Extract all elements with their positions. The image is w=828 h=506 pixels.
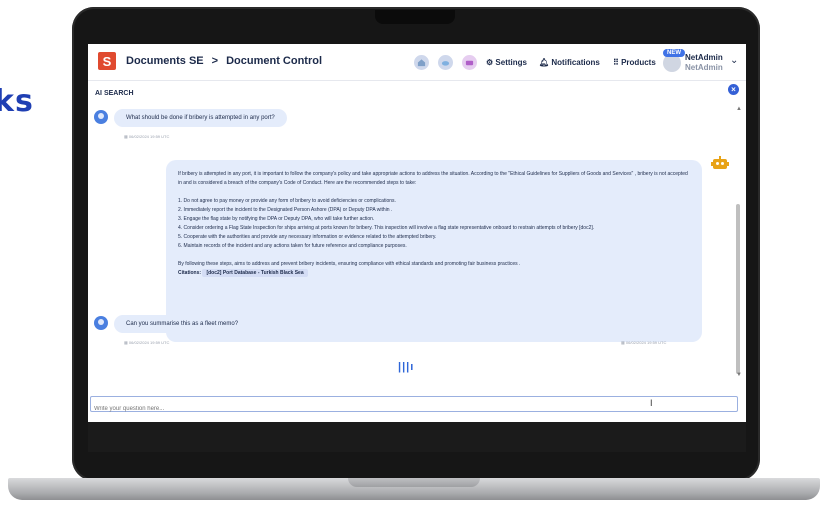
notifications-label: Notifications (551, 58, 600, 67)
cloud-icon[interactable] (438, 55, 453, 70)
user-name-secondary: NetAdmin (685, 63, 723, 72)
user-name[interactable]: NetAdmin NetAdmin (685, 53, 723, 73)
text-cursor-icon: I (650, 398, 653, 408)
keyboard-icon[interactable] (462, 55, 477, 70)
products-label: Products (621, 58, 656, 67)
answer-closing: By following these steps, aims to addres… (178, 261, 521, 267)
new-badge: NEW (663, 49, 685, 57)
answer-step: 6. Maintain records of the incident and … (178, 243, 407, 249)
screen-bezel-bottom (88, 422, 746, 452)
notifications-menu[interactable]: 🔔︎ Notifications (539, 58, 600, 67)
message-timestamp: ▦ 06/02/2024 19:59 UTC (124, 134, 170, 139)
user-message: What should be done if bribery is attemp… (114, 109, 287, 127)
bell-icon: 🔔︎ (539, 58, 550, 67)
app-screen: S Documents SE > Document Control ⚙ Settin… (88, 44, 746, 452)
answer-step: 3. Engage the flag state by notifying th… (178, 216, 375, 222)
user-avatar-icon (94, 110, 108, 124)
settings-label: Settings (495, 58, 527, 67)
question-input-box[interactable] (90, 396, 743, 416)
typing-indicator: |||ı (398, 361, 415, 373)
app-logo[interactable]: S (98, 52, 116, 70)
chat-conversation[interactable]: What should be done if bribery is attemp… (88, 104, 734, 394)
answer-step: 4. Consider ordering a Flag State Inspec… (178, 225, 595, 231)
breadcrumb-section[interactable]: Document Control (226, 55, 322, 67)
panel-title: AI SEARCH (95, 90, 134, 97)
top-navigation-bar: S Documents SE > Document Control ⚙ Settin… (88, 44, 746, 81)
user-message: Can you summarise this as a fleet memo? (114, 315, 251, 333)
chevron-down-icon[interactable]: ⌄ (730, 55, 738, 66)
settings-menu[interactable]: ⚙ Settings (486, 58, 527, 67)
scroll-up-icon[interactable]: ▲ (736, 106, 742, 112)
breadcrumb-separator: > (211, 55, 219, 67)
assistant-message: If bribery is attempted in any port, it … (166, 160, 702, 342)
background-heading-fragment: ks (0, 84, 34, 119)
answer-step: 1. Do not agree to pay money or provide … (178, 198, 396, 204)
robot-icon (711, 156, 729, 169)
user-avatar-icon (94, 316, 108, 330)
citation-link[interactable]: [doc2] Port Database - Turkish Black Sea (202, 269, 308, 277)
message-timestamp: ▦ 06/02/2024 19:59 UTC (621, 340, 667, 345)
scroll-down-icon[interactable]: ▼ (736, 372, 742, 378)
breadcrumb: Documents SE > Document Control (126, 55, 322, 67)
answer-intro: If bribery is attempted in any port, it … (178, 171, 688, 186)
laptop-base-notch (348, 478, 480, 487)
answer-step: 5. Cooperate with the authorities and pr… (178, 234, 437, 240)
question-input[interactable] (91, 402, 743, 416)
message-timestamp: ▦ 06/02/2024 19:59 UTC (124, 340, 170, 345)
citations-row: Citations: [doc2] Port Database - Turkis… (178, 269, 690, 278)
gear-icon: ⚙ (486, 58, 494, 67)
grid-icon: ⠿ (613, 58, 619, 67)
scrollbar-thumb[interactable] (736, 204, 740, 374)
products-menu[interactable]: ⠿ Products (613, 58, 656, 67)
home-icon[interactable] (414, 55, 429, 70)
answer-step: 2. Immediately report the incident to th… (178, 207, 393, 213)
citations-label: Citations: (178, 270, 202, 276)
breadcrumb-app[interactable]: Documents SE (126, 55, 204, 67)
laptop-camera-notch (375, 10, 455, 24)
user-name-primary: NetAdmin (685, 53, 723, 62)
close-icon[interactable]: × (728, 84, 739, 95)
